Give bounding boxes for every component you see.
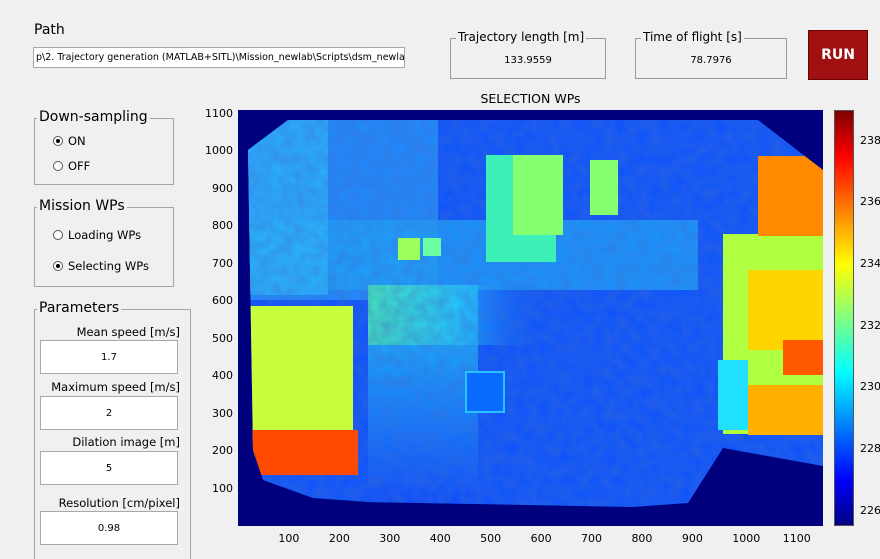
y-tick-label: 100 [212, 481, 233, 495]
path-label: Path [34, 22, 65, 38]
y-tick-label: 700 [212, 256, 233, 270]
y-tick-label: 300 [212, 406, 233, 420]
selecting-wps-radio[interactable]: Selecting WPs [53, 259, 149, 273]
trajectory-length-panel: Trajectory length [m] 133.9559 [450, 30, 606, 79]
dilation-label: Dilation image [m] [72, 435, 180, 449]
max-speed-input[interactable]: 2 [40, 396, 178, 430]
x-tick-label: 200 [328, 532, 350, 545]
y-tick-label: 800 [212, 219, 233, 233]
time-of-flight-label: Time of flight [s] [641, 30, 744, 44]
downsampling-off-label: OFF [68, 159, 91, 173]
radio-selected-icon [53, 136, 63, 146]
time-of-flight-panel: Time of flight [s] 78.7976 [635, 30, 787, 79]
downsampling-off-radio[interactable]: OFF [53, 159, 90, 173]
loading-wps-radio[interactable]: Loading WPs [53, 228, 141, 242]
loading-wps-label: Loading WPs [68, 228, 142, 242]
radio-selected-icon [53, 261, 63, 271]
y-tick-label: 200 [212, 444, 233, 458]
colorbar-tick-label: 236 [860, 195, 880, 209]
resolution-label: Resolution [cm/pixel] [58, 496, 180, 510]
time-of-flight-value: 78.7976 [690, 55, 732, 66]
y-tick-label: 600 [212, 294, 233, 308]
x-tick-label: 400 [429, 532, 451, 545]
y-tick-label: 1100 [205, 106, 233, 120]
x-tick-label: 100 [278, 532, 300, 545]
radio-unselected-icon [53, 161, 63, 171]
colorbar-tick-label: 232 [860, 318, 880, 332]
x-tick-label: 500 [480, 532, 502, 545]
parameters-group: Parameters Mean speed [m/s] 1.7 Maximum … [34, 300, 191, 559]
y-tick-label: 500 [212, 331, 233, 345]
y-tick-label: 1000 [205, 144, 233, 158]
selecting-wps-label: Selecting WPs [68, 259, 150, 273]
colorbar [834, 110, 854, 526]
trajectory-length-label: Trajectory length [m] [456, 30, 587, 44]
colorbar-tick-label: 230 [860, 380, 880, 394]
y-tick-label: 400 [212, 369, 233, 383]
plot-title: SELECTION WPs [480, 91, 581, 106]
colorbar-tick-label: 228 [860, 441, 880, 455]
mean-speed-input[interactable]: 1.7 [40, 340, 178, 374]
x-tick-label: 600 [530, 532, 552, 545]
path-input[interactable]: p\2. Trajectory generation (MATLAB+SITL)… [33, 47, 405, 68]
downsampling-title: Down-sampling [37, 109, 150, 125]
downsampling-group: Down-sampling ON OFF [34, 109, 174, 185]
colorbar-tick-label: 238 [860, 133, 880, 147]
downsampling-on-radio[interactable]: ON [53, 134, 86, 148]
radio-unselected-icon [53, 230, 63, 240]
max-speed-label: Maximum speed [m/s] [51, 380, 180, 394]
x-tick-label: 900 [681, 532, 703, 545]
x-tick-label: 700 [581, 532, 603, 545]
run-button[interactable]: RUN [808, 30, 868, 80]
resolution-input[interactable]: 0.98 [40, 511, 178, 545]
x-tick-label: 1000 [732, 532, 761, 545]
mission-wps-title: Mission WPs [37, 198, 127, 214]
y-tick-label: 900 [212, 181, 233, 195]
x-tick-label: 300 [379, 532, 401, 545]
mission-wps-group: Mission WPs Loading WPs Selecting WPs [34, 198, 174, 287]
trajectory-length-value: 133.9559 [504, 55, 552, 66]
dilation-input[interactable]: 5 [40, 451, 178, 485]
x-tick-label: 800 [631, 532, 653, 545]
mean-speed-label: Mean speed [m/s] [76, 325, 180, 339]
dsm-heatmap[interactable] [238, 110, 823, 526]
downsampling-on-label: ON [68, 134, 86, 148]
x-tick-label: 1100 [782, 532, 811, 545]
parameters-title: Parameters [37, 300, 122, 316]
colorbar-tick-label: 234 [860, 257, 880, 271]
colorbar-tick-label: 226 [860, 503, 880, 517]
